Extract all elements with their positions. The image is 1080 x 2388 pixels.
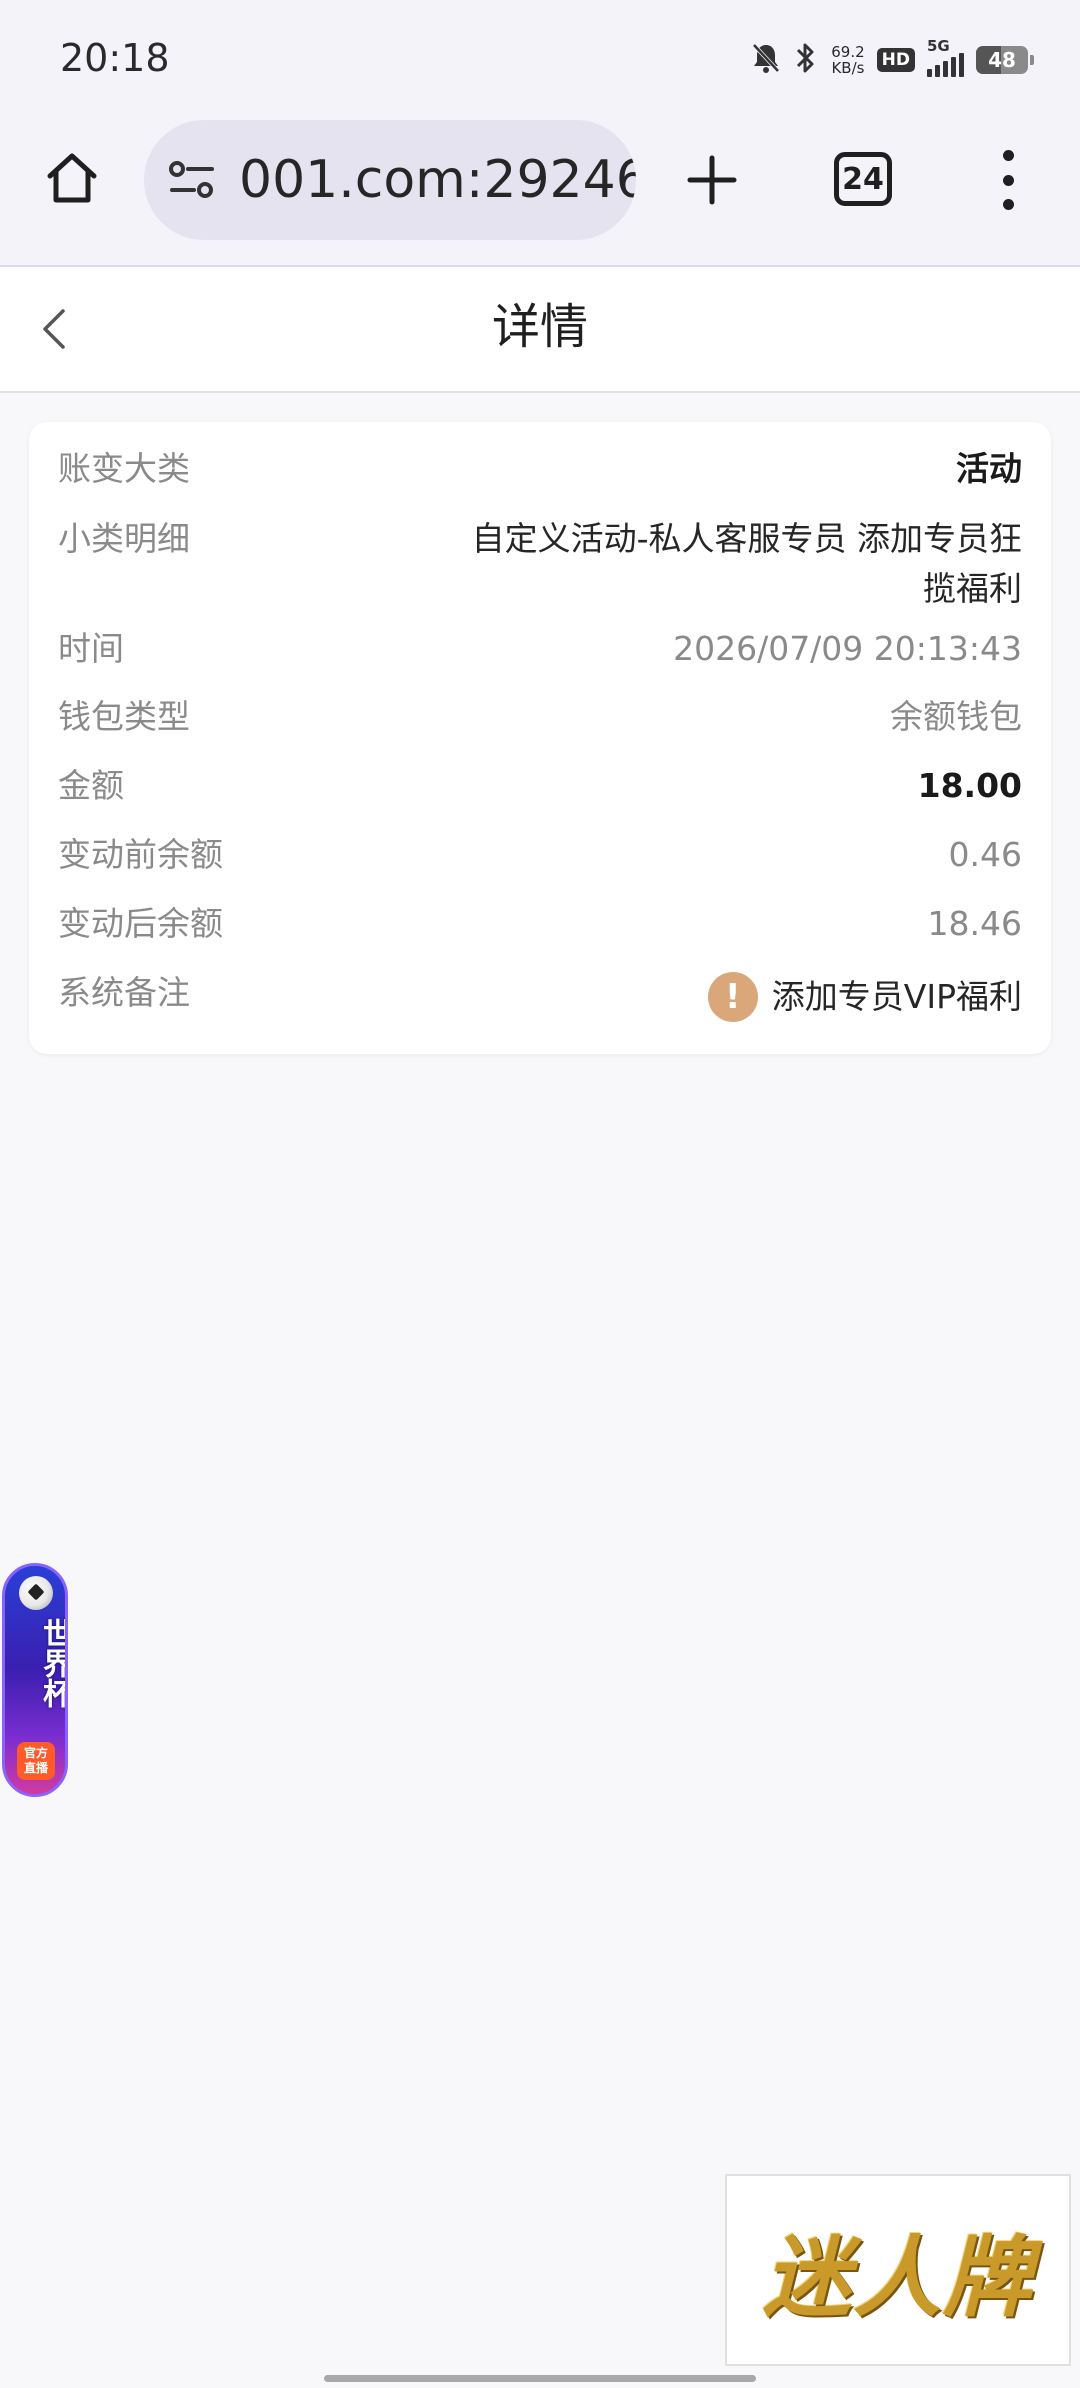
mute-notification-icon [751, 42, 781, 78]
network-speed-value: 69.2 [831, 43, 865, 61]
worldcup-badge-title: 世界杯 [37, 1618, 68, 1708]
home-icon [47, 153, 97, 203]
subcategory-label: 小类明细 [58, 519, 190, 558]
battery-icon: 48 [976, 46, 1034, 74]
network-speed: 69.2 KB/s [831, 44, 864, 76]
new-tab-button[interactable] [676, 144, 748, 216]
system-remark-text: 添加专员VIP福利 [771, 977, 1022, 1016]
url-bar[interactable]: 001.com:29246 [144, 120, 636, 240]
site-settings-icon[interactable] [166, 156, 218, 204]
signal-strength-icon: 5G [927, 37, 964, 77]
worldcup-live-badge[interactable]: 世界杯 官方直播 [2, 1563, 68, 1797]
browser-chrome: 20:18 69.2 KB/s HD 5G 48 001.com:29246 2… [0, 0, 1080, 267]
dot-icon [1002, 150, 1014, 161]
more-options-button[interactable] [988, 142, 1028, 218]
subcategory-value: 自定义活动-私人客服专员 添加专员狂揽福利 [471, 519, 1022, 608]
soccer-ball-icon [19, 1576, 53, 1610]
page-title: 详情 [491, 299, 588, 355]
system-remark-label: 系统备注 [58, 973, 190, 1012]
transaction-detail-card: 账变大类 活动 小类明细 自定义活动-私人客服专员 添加专员狂揽福利 时间 20… [29, 422, 1051, 1054]
wallet-type-label: 钱包类型 [58, 697, 190, 736]
system-remark-value: ! 添加专员VIP福利 [707, 972, 1022, 1022]
balance-after-label: 变动后余额 [58, 904, 223, 943]
hd-badge: HD [876, 48, 915, 72]
warning-icon: ! [707, 972, 758, 1022]
balance-before-value: 0.46 [948, 835, 1022, 874]
battery-level: 48 [988, 48, 1016, 72]
brand-logo-text: 迷人牌 [762, 2224, 1033, 2329]
category-value: 活动 [956, 449, 1022, 488]
home-button[interactable] [36, 142, 108, 214]
status-time: 20:18 [60, 36, 170, 80]
time-label: 时间 [58, 629, 124, 668]
amount-label: 金额 [58, 766, 124, 805]
dot-icon [1002, 174, 1014, 186]
page-header: 详情 [0, 267, 1080, 393]
balance-before-label: 变动前余额 [58, 835, 223, 874]
dot-icon [1002, 199, 1014, 210]
tab-switcher-button[interactable]: 24 [834, 152, 892, 206]
network-speed-unit: KB/s [831, 59, 865, 77]
network-type-label: 5G [927, 37, 950, 55]
brand-logo-ad[interactable]: 迷人牌 [725, 2174, 1071, 2366]
category-label: 账变大类 [58, 449, 190, 488]
url-text[interactable]: 001.com:29246 [239, 150, 636, 210]
bluetooth-icon [793, 41, 819, 79]
balance-after-value: 18.46 [927, 904, 1022, 943]
home-indicator[interactable] [324, 2375, 756, 2382]
status-icons: 69.2 KB/s HD 5G 48 [751, 37, 1034, 82]
amount-value: 18.00 [917, 766, 1022, 805]
time-value: 2026/07/09 20:13:43 [673, 629, 1022, 668]
worldcup-badge-subtitle: 官方直播 [17, 1742, 55, 1780]
wallet-type-value: 余额钱包 [890, 697, 1022, 736]
plus-icon [687, 155, 737, 205]
